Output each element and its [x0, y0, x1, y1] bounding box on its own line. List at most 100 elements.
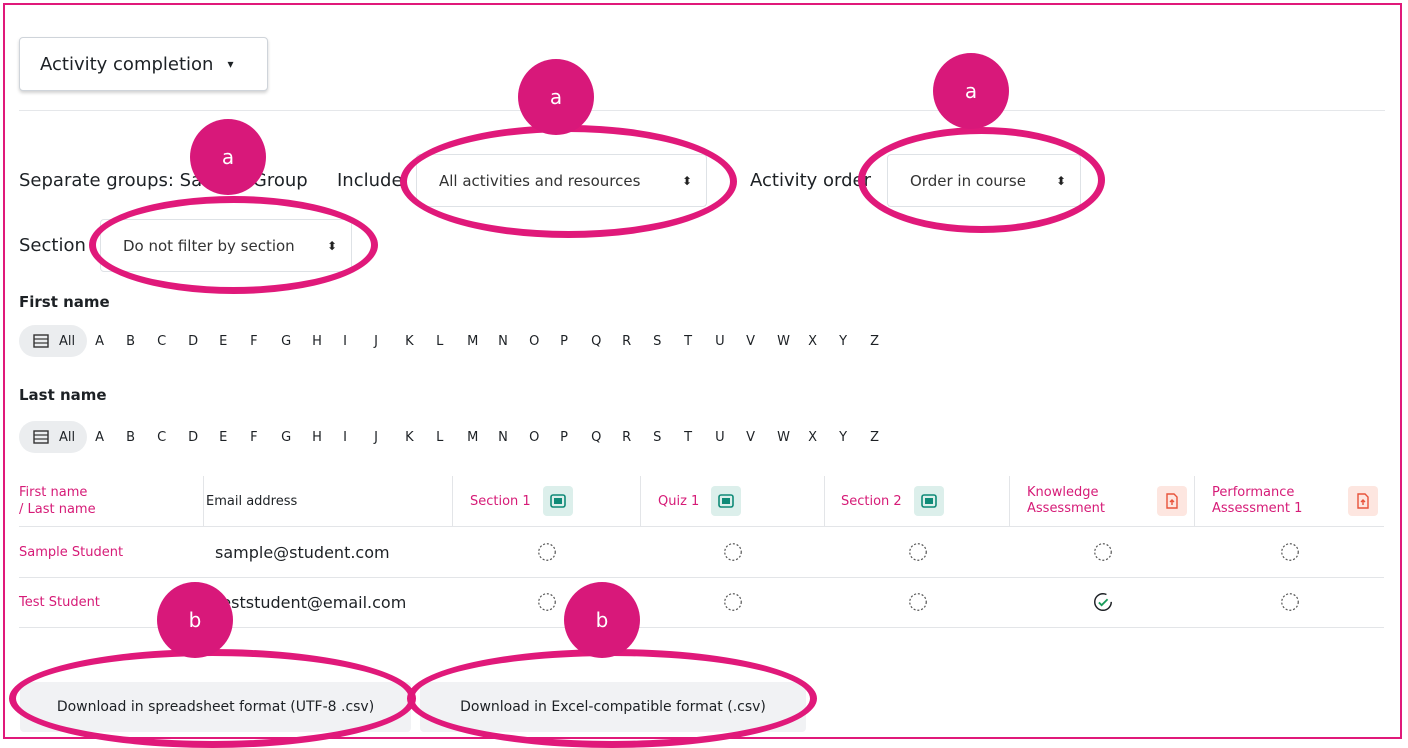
student-name-link[interactable]: Sample Student	[19, 527, 203, 577]
last-name-initial-m[interactable]: M	[465, 430, 496, 445]
callout-b-spreadsheet: b	[157, 582, 233, 658]
table-row: Sample Student sample@student.com	[19, 527, 1384, 578]
last-name-initial-l[interactable]: L	[434, 430, 465, 445]
last-name-initial-j[interactable]: J	[372, 430, 403, 445]
last-name-initial-t[interactable]: T	[682, 430, 713, 445]
activity-link-section-1[interactable]: Section 1	[470, 494, 531, 509]
activity-link-quiz-1[interactable]: Quiz 1	[658, 494, 699, 509]
student-email: teststudent@email.com	[215, 592, 407, 612]
annotation-ring	[400, 125, 737, 238]
last-name-initial-k[interactable]: K	[403, 430, 434, 445]
first-name-initial-b[interactable]: B	[124, 334, 155, 349]
completion-status-cell[interactable]	[641, 527, 825, 577]
last-name-initial-s[interactable]: S	[651, 430, 682, 445]
last-name-initial-o[interactable]: O	[527, 430, 558, 445]
first-name-initial-f[interactable]: F	[248, 334, 279, 349]
activity-link-knowledge-assessment[interactable]: Knowledge Assessment	[1027, 485, 1145, 517]
first-name-initial-l[interactable]: L	[434, 334, 465, 349]
activity-header-knowledge-assessment: Knowledge Assessment	[1010, 476, 1195, 526]
last-name-initial-f[interactable]: F	[248, 430, 279, 445]
first-name-initial-t[interactable]: T	[682, 334, 713, 349]
callout-a-include: a	[518, 59, 594, 135]
first-name-initial-i[interactable]: I	[341, 334, 372, 349]
first-name-initial-x[interactable]: X	[806, 334, 837, 349]
sort-last-name-link[interactable]: / Last name	[19, 501, 96, 518]
first-name-all-button[interactable]: All	[19, 325, 88, 357]
first-name-initial-v[interactable]: V	[744, 334, 775, 349]
activity-header-performance-assessment-1: Performance Assessment 1	[1195, 476, 1384, 526]
completion-status-cell[interactable]	[1010, 527, 1195, 577]
first-name-initial-q[interactable]: Q	[589, 334, 620, 349]
first-name-initial-d[interactable]: D	[186, 334, 217, 349]
not-completed-circle-icon	[1093, 543, 1112, 561]
annotation-ring	[9, 649, 416, 748]
callout-a-section: a	[190, 119, 266, 195]
last-name-all-button[interactable]: All	[19, 421, 88, 453]
first-name-initial-w[interactable]: W	[775, 334, 806, 349]
last-name-initial-b[interactable]: B	[124, 430, 155, 445]
last-name-initial-n[interactable]: N	[496, 430, 527, 445]
first-name-initial-r[interactable]: R	[620, 334, 651, 349]
activity-name-line: Performance	[1212, 485, 1295, 500]
first-name-initial-u[interactable]: U	[713, 334, 744, 349]
first-name-initial-m[interactable]: M	[465, 334, 496, 349]
last-name-initial-d[interactable]: D	[186, 430, 217, 445]
first-name-heading: First name	[19, 293, 110, 311]
activity-link-section-2[interactable]: Section 2	[841, 494, 902, 509]
first-name-initial-g[interactable]: G	[279, 334, 310, 349]
completed-check-icon	[1093, 593, 1112, 611]
first-name-initial-a[interactable]: A	[93, 334, 124, 349]
completion-status-cell[interactable]	[825, 577, 1010, 627]
first-name-initial-n[interactable]: N	[496, 334, 527, 349]
last-name-initial-a[interactable]: A	[93, 430, 124, 445]
caret-down-icon: ▾	[227, 57, 234, 71]
last-name-initial-x[interactable]: X	[806, 430, 837, 445]
sort-first-name-link[interactable]: First name	[19, 484, 87, 501]
not-completed-circle-icon	[724, 593, 742, 611]
last-name-initial-i[interactable]: I	[341, 430, 372, 445]
first-name-initial-s[interactable]: S	[651, 334, 682, 349]
first-name-initials-bar: All ABCDEFGHIJKLMNOPQRSTUVWXYZ	[19, 325, 899, 357]
last-name-initial-g[interactable]: G	[279, 430, 310, 445]
first-name-initial-j[interactable]: J	[372, 334, 403, 349]
last-name-initial-z[interactable]: Z	[868, 430, 899, 445]
completion-status-cell[interactable]	[1195, 577, 1384, 627]
not-completed-circle-icon	[908, 543, 927, 561]
first-name-initial-k[interactable]: K	[403, 334, 434, 349]
first-name-initial-z[interactable]: Z	[868, 334, 899, 349]
annotation-ring	[407, 649, 817, 748]
not-completed-circle-icon	[538, 593, 556, 611]
activity-header-section-2: Section 2	[825, 476, 1010, 526]
assignment-upload-icon	[1157, 486, 1187, 516]
activity-link-performance-assessment-1[interactable]: Performance Assessment 1	[1212, 485, 1336, 517]
last-name-initial-q[interactable]: Q	[589, 430, 620, 445]
completion-status-cell[interactable]	[1010, 577, 1195, 627]
annotation-ring	[89, 196, 378, 294]
last-name-initial-v[interactable]: V	[744, 430, 775, 445]
completion-status-cell[interactable]	[1195, 527, 1384, 577]
last-name-initial-y[interactable]: Y	[837, 430, 868, 445]
first-name-initial-y[interactable]: Y	[837, 334, 868, 349]
last-name-initial-h[interactable]: H	[310, 430, 341, 445]
last-name-initial-u[interactable]: U	[713, 430, 744, 445]
last-name-initial-w[interactable]: W	[775, 430, 806, 445]
not-completed-circle-icon	[1280, 543, 1299, 561]
first-name-initial-p[interactable]: P	[558, 334, 589, 349]
last-name-initial-p[interactable]: P	[558, 430, 589, 445]
completion-status-cell[interactable]	[453, 527, 641, 577]
last-name-initial-c[interactable]: C	[155, 430, 186, 445]
not-completed-circle-icon	[1280, 593, 1299, 611]
first-name-initial-e[interactable]: E	[217, 334, 248, 349]
last-name-initial-e[interactable]: E	[217, 430, 248, 445]
first-name-initial-h[interactable]: H	[310, 334, 341, 349]
first-name-initial-c[interactable]: C	[155, 334, 186, 349]
report-type-dropdown[interactable]: Activity completion ▾	[19, 37, 268, 91]
completion-status-cell[interactable]	[641, 577, 825, 627]
include-label: Include	[337, 170, 403, 191]
not-completed-circle-icon	[538, 543, 556, 561]
first-name-initial-o[interactable]: O	[527, 334, 558, 349]
page-icon	[913, 486, 944, 516]
completion-status-cell[interactable]	[825, 527, 1010, 577]
email-column-header: Email address	[203, 476, 453, 526]
last-name-initial-r[interactable]: R	[620, 430, 651, 445]
